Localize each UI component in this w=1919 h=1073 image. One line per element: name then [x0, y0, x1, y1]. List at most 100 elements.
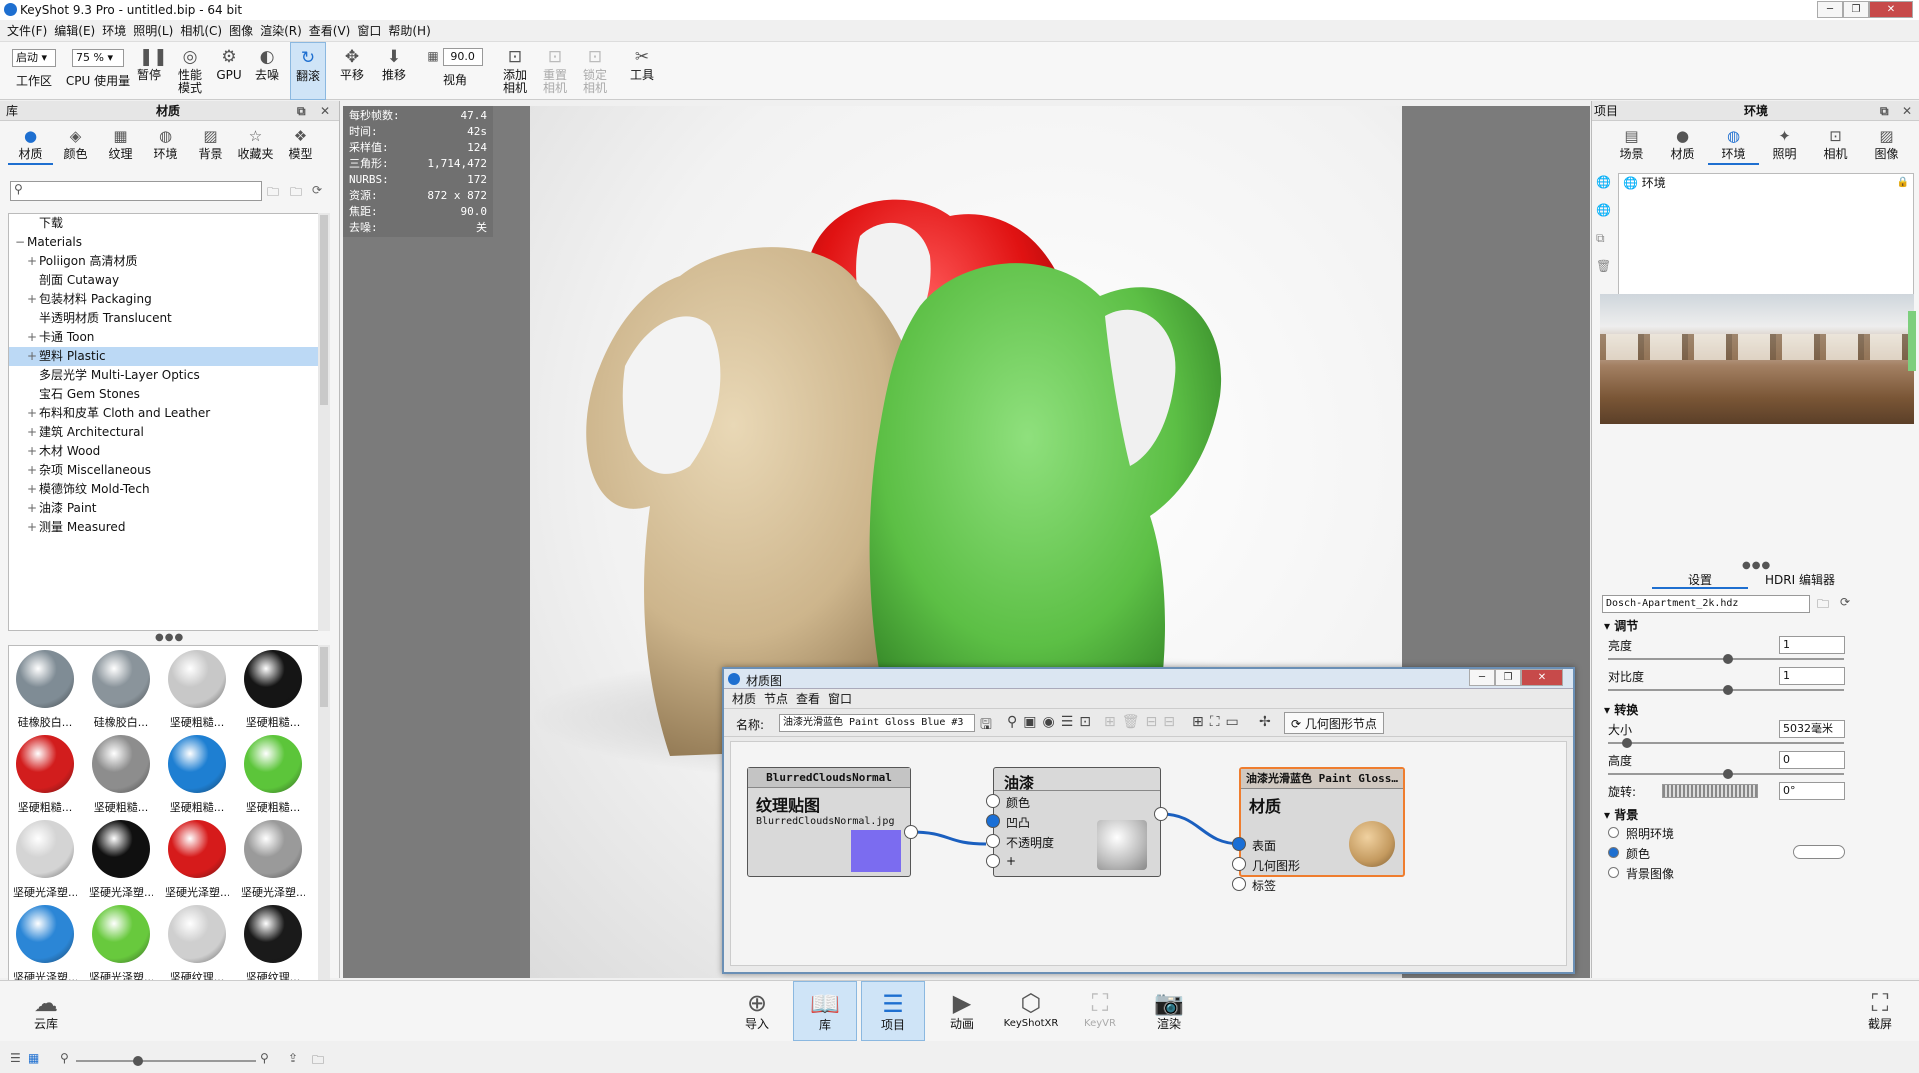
expand-icon[interactable]: + [27, 290, 39, 309]
tree-item[interactable]: + 包装材料 Packaging [9, 290, 329, 309]
library-tab[interactable]: ▨ 背景 [188, 127, 233, 165]
project-tab[interactable]: ✦ 照明 [1759, 127, 1810, 165]
tree-scrollbar[interactable] [318, 213, 330, 631]
background-color-swatch[interactable] [1793, 845, 1845, 859]
cloud-library-button[interactable]: ☁ 云库 [14, 981, 78, 1041]
library-button[interactable]: 📖 库 [793, 981, 857, 1041]
library-tab[interactable]: ▦ 纹理 [98, 127, 143, 165]
cpu-select[interactable]: 75 % ▾ [72, 49, 124, 67]
tree-item[interactable]: + 油漆 Paint [9, 499, 329, 518]
height-knob[interactable] [1723, 769, 1733, 779]
gpu-button[interactable]: ⚙ GPU [212, 42, 246, 100]
expand-icon[interactable]: + [27, 480, 39, 499]
material-thumbnail[interactable] [16, 650, 74, 708]
tree-item[interactable]: + 布料和皮革 Cloth and Leather [9, 404, 329, 423]
tree-scrollbar-thumb[interactable] [320, 215, 328, 405]
material-name-input[interactable]: 油漆光滑蓝色 Paint Gloss Blue #3 [779, 714, 975, 732]
graph-tools-icons[interactable]: ⚲▣◉☰⊡ [1007, 714, 1097, 730]
rotate-input[interactable]: 0° [1779, 782, 1845, 800]
import-button[interactable]: ⊕ 导入 [725, 981, 789, 1041]
field-of-view-control[interactable]: ▦ 90.0 视角 [420, 42, 490, 100]
tree-item[interactable]: + 卡通 Toon [9, 328, 329, 347]
screenshot-button[interactable]: ⛶ 截屏 [1848, 981, 1912, 1041]
menu-item[interactable]: 相机(C) [180, 22, 222, 39]
pause-button[interactable]: ❚❚ 暂停 [133, 42, 168, 100]
adjust-section-title[interactable]: ▾ 调节 [1604, 617, 1638, 634]
close-panel-icon[interactable]: ✕ [1902, 101, 1912, 121]
lock-icon[interactable]: 🔒 [1897, 177, 1909, 188]
menu-item[interactable]: 照明(L) [133, 22, 173, 39]
reset-camera-button[interactable]: ⊡ 重置 相机 [538, 42, 572, 100]
close-button[interactable]: ✕ [1869, 1, 1913, 18]
material-thumbnail[interactable] [16, 820, 74, 878]
cpu-usage-control[interactable]: 75 % ▾ CPU 使用量 [65, 42, 131, 100]
library-tab[interactable]: ☆ 收藏夹 [233, 127, 278, 165]
tree-item[interactable]: + 模德饰纹 Mold-Tech [9, 480, 329, 499]
material-thumbnail[interactable] [92, 820, 150, 878]
material-thumbnail[interactable] [168, 905, 226, 963]
brightness-knob[interactable] [1723, 654, 1733, 664]
tree-item[interactable]: + 木材 Wood [9, 442, 329, 461]
project-button[interactable]: ☰ 项目 [861, 981, 925, 1041]
thumb-size-knob[interactable] [133, 1056, 143, 1066]
dolly-button[interactable]: ⬇ 推移 [376, 42, 412, 100]
material-thumbnail[interactable] [16, 905, 74, 963]
paint-input-port[interactable] [986, 854, 1000, 868]
material-thumbnail[interactable] [168, 820, 226, 878]
size-input[interactable]: 5032毫米 [1779, 720, 1845, 738]
expand-icon[interactable]: + [27, 499, 39, 518]
float-panel-icon[interactable]: ⧉ [297, 101, 306, 121]
material-thumbnail[interactable] [92, 905, 150, 963]
arrange-icon[interactable]: ✢ [1259, 714, 1271, 730]
menu-item[interactable]: 环境 [102, 22, 126, 39]
material-thumbnail[interactable] [92, 735, 150, 793]
tree-item[interactable]: + 测量 Measured [9, 518, 329, 537]
menu-item[interactable]: 编辑(E) [54, 22, 95, 39]
geometry-node-button[interactable]: ⟳ 几何图形节点 [1284, 712, 1384, 734]
delete-env-icon[interactable]: 🗑 [1596, 259, 1618, 287]
hdri-editor-subtab[interactable]: HDRI 编辑器 [1748, 571, 1852, 589]
expand-icon[interactable]: + [27, 404, 39, 423]
keyshotxr-button[interactable]: ⬡ KeyShotXR [999, 981, 1063, 1041]
paint-input-port[interactable] [986, 834, 1000, 848]
tree-item[interactable]: 剖面 Cutaway [9, 271, 329, 290]
add-camera-button[interactable]: ⊡ 添加 相机 [498, 42, 532, 100]
project-tab[interactable]: ◍ 环境 [1708, 127, 1759, 165]
mg-close-button[interactable]: ✕ [1521, 669, 1563, 686]
fov-input[interactable]: 90.0 [442, 48, 483, 66]
library-tab[interactable]: ● 材质 [8, 127, 53, 165]
reload-icon[interactable]: ⟳ [1840, 595, 1850, 609]
project-tab[interactable]: ⊡ 相机 [1810, 127, 1861, 165]
background-radio[interactable] [1608, 867, 1619, 878]
menu-item[interactable]: 图像 [229, 22, 253, 39]
material-thumbnail[interactable] [168, 650, 226, 708]
keyvr-button[interactable]: ⛶ KeyVR [1068, 981, 1132, 1041]
material-thumbnail[interactable] [92, 650, 150, 708]
library-tab[interactable]: ◍ 环境 [143, 127, 188, 165]
tree-item[interactable]: 宝石 Gem Stones [9, 385, 329, 404]
mg-menu-item[interactable]: 窗口 [828, 690, 852, 707]
project-tab[interactable]: ▤ 场景 [1606, 127, 1657, 165]
expand-icon[interactable]: + [27, 328, 39, 347]
mg-minimize-button[interactable]: ─ [1469, 669, 1495, 686]
tree-item[interactable]: + 塑料 Plastic [9, 347, 329, 366]
float-panel-icon[interactable]: ⧉ [1880, 101, 1889, 121]
contrast-input[interactable]: 1 [1779, 667, 1845, 685]
duplicate-env-icon[interactable]: 🌐 [1596, 203, 1618, 231]
menu-item[interactable]: 文件(F) [7, 22, 47, 39]
brightness-input[interactable]: 1 [1779, 636, 1845, 654]
menu-item[interactable]: 渲染(R) [260, 22, 302, 39]
pan-button[interactable]: ✥ 平移 [334, 42, 370, 100]
material-thumbnail[interactable] [244, 650, 302, 708]
tumble-button[interactable]: ↻ 翻滚 [290, 42, 326, 100]
paint-output-port[interactable] [1154, 807, 1168, 821]
graph-canvas[interactable]: BlurredCloudsNormal 纹理贴图 BlurredCloudsNo… [730, 741, 1567, 966]
material-thumbnail[interactable] [244, 820, 302, 878]
material-input-port[interactable] [1232, 877, 1246, 891]
folder-open-icon[interactable]: 🗀 [267, 183, 279, 204]
thumb-size-slider[interactable] [76, 1060, 256, 1062]
texture-output-port[interactable] [904, 825, 918, 839]
close-panel-icon[interactable]: ✕ [320, 101, 330, 121]
background-radio[interactable] [1608, 827, 1619, 838]
material-thumbnail[interactable] [244, 905, 302, 963]
